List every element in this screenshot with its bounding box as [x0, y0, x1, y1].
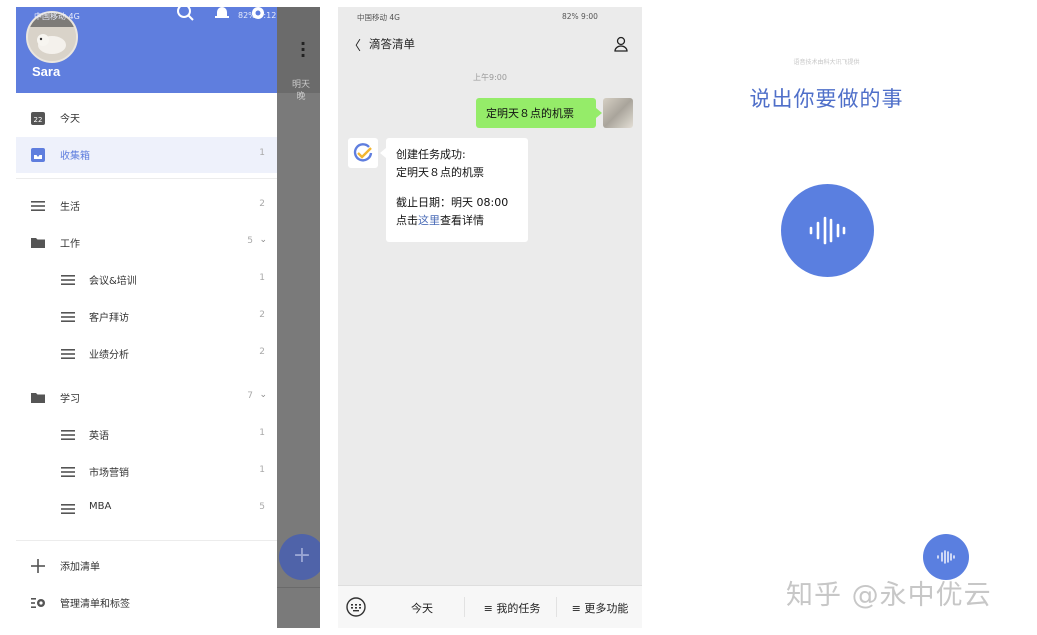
tab-my-tasks[interactable]: ≡ 我的任务: [472, 600, 552, 616]
nav-item-label: 英语: [89, 431, 109, 442]
nav-item-life[interactable]: 生活 2: [16, 188, 277, 224]
bell-icon[interactable]: [212, 7, 232, 23]
tab-today[interactable]: 今天: [396, 600, 448, 616]
divider: [556, 597, 557, 617]
nav-item-label: 生活: [60, 202, 80, 213]
divider: [16, 540, 277, 541]
nav-item-label: 添加清单: [60, 562, 100, 573]
nav-item-performance[interactable]: 业绩分析 2: [16, 336, 277, 372]
manage-lists-button[interactable]: 管理清单和标签: [16, 585, 277, 621]
svg-text:22: 22: [34, 116, 43, 124]
chevron-down-icon[interactable]: ⌄: [259, 390, 267, 400]
navigation-drawer: 中国移动 4G 82% 9:12 Sara 22 今天 收集箱 1 生活 2 工…: [16, 7, 277, 628]
message-line: 创建任务成功:: [396, 148, 466, 161]
more-options-icon[interactable]: · · ·: [300, 36, 306, 64]
nav-item-mba[interactable]: MBA 5: [16, 491, 277, 527]
add-task-fab[interactable]: +: [279, 534, 320, 580]
list-icon: [61, 312, 75, 322]
list-icon: [61, 467, 75, 477]
nav-item-work[interactable]: 工作 5 ⌄: [16, 225, 277, 261]
nav-item-label: MBA: [89, 501, 112, 512]
message-timestamp: 上午9:00: [473, 73, 507, 82]
plus-icon: [31, 559, 45, 573]
nav-item-count: 1: [259, 428, 265, 438]
nav-item-count: 5: [247, 236, 253, 246]
nav-item-label: 管理清单和标签: [60, 599, 130, 610]
status-bar-left: 中国移动 4G: [34, 12, 80, 21]
details-link[interactable]: 这里: [418, 214, 440, 227]
list-icon: [61, 349, 75, 359]
voice-credit: 语音技术由科大讯飞提供: [793, 59, 860, 66]
nav-item-label: 学习: [60, 394, 80, 405]
add-list-button[interactable]: 添加清单: [16, 548, 277, 584]
voice-record-button[interactable]: [781, 184, 874, 277]
folder-icon: [31, 238, 45, 248]
list-icon: [61, 430, 75, 440]
nav-item-label: 客户拜访: [89, 313, 129, 324]
nav-item-count: 1: [259, 148, 265, 158]
list-icon: [61, 275, 75, 285]
nav-item-label: 工作: [60, 239, 80, 250]
chevron-down-icon[interactable]: ⌄: [259, 235, 267, 245]
nav-item-count: 1: [259, 273, 265, 283]
nav-item-count: 5: [259, 502, 265, 512]
voice-prompt: 说出你要做的事: [749, 87, 904, 111]
page-title: 滴答清单: [369, 37, 415, 51]
settings-icon: [31, 598, 45, 608]
message-text: 查看详情: [440, 214, 484, 227]
inbox-icon: [31, 148, 45, 162]
nav-item-count: 2: [259, 347, 265, 357]
gear-icon[interactable]: [248, 7, 268, 23]
nav-item-meetings[interactable]: 会议&培训 1: [16, 262, 277, 298]
nav-item-label: 市场营销: [89, 468, 129, 479]
nav-item-inbox[interactable]: 收集箱 1: [16, 137, 277, 173]
sent-message[interactable]: 定明天８点的机票: [476, 98, 602, 128]
received-message[interactable]: 创建任务成功: 定明天８点的机票 截止日期：明天 08:00 点击这里查看详情: [380, 138, 528, 242]
nav-item-label: 今天: [60, 114, 80, 125]
message-line: 截止日期：明天 08:00: [396, 196, 509, 209]
folder-icon: [31, 393, 45, 403]
soundwave-icon: [809, 216, 846, 245]
nav-item-label: 业绩分析: [89, 350, 129, 361]
nav-item-label: 会议&培训: [89, 276, 137, 287]
list-icon: [61, 504, 75, 514]
person-icon[interactable]: [613, 36, 629, 52]
chat-bottom-bar: 今天 ≡ 我的任务 ≡ 更多功能: [338, 585, 642, 628]
calendar-icon: 22: [31, 112, 45, 125]
watermark: 知乎 @永中优云: [786, 580, 992, 611]
list-icon: [31, 201, 45, 211]
nav-item-study[interactable]: 学习 7 ⌄: [16, 380, 277, 416]
search-icon[interactable]: [176, 7, 196, 23]
bot-avatar[interactable]: [348, 138, 378, 168]
divider: [16, 178, 277, 179]
chat-screen: 中国移动 4G 82% 9:00 〈 滴答清单 上午9:00 定明天８点的机票 …: [338, 7, 642, 628]
nav-item-client-visits[interactable]: 客户拜访 2: [16, 299, 277, 335]
back-icon[interactable]: 〈: [348, 35, 361, 54]
nav-item-count: 1: [259, 465, 265, 475]
status-bar-right: 82% 9:00: [562, 12, 598, 21]
avatar[interactable]: [603, 98, 633, 128]
nav-item-today[interactable]: 22 今天: [16, 100, 277, 136]
keyboard-icon[interactable]: [346, 597, 366, 617]
ticktick-logo-icon: [353, 143, 373, 162]
nav-item-count: 2: [259, 310, 265, 320]
background-date-text: 明天 晚: [291, 80, 310, 102]
voice-input-screen: 语音技术由科大讯飞提供 说出你要做的事 知乎 @永中优云: [660, 7, 1020, 628]
nav-item-english[interactable]: 英语 1: [16, 417, 277, 453]
drawer-header: 中国移动 4G 82% 9:12 Sara: [16, 7, 277, 93]
message-line: 定明天８点的机票: [396, 166, 484, 179]
username: Sara: [32, 64, 61, 79]
drawer-screen: · · · 明天 晚 + 中国移动 4G 82% 9:12 Sara 22 今天…: [16, 7, 320, 628]
chat-header: 中国移动 4G 82% 9:00 〈 滴答清单: [338, 7, 642, 59]
message-line: 点击这里查看详情: [396, 212, 528, 230]
message-text: 点击: [396, 214, 418, 227]
tab-more-features[interactable]: ≡ 更多功能: [560, 600, 640, 616]
divider: [464, 597, 465, 617]
nav-item-count: 2: [259, 199, 265, 209]
nav-item-label: 收集箱: [60, 151, 90, 162]
status-bar-left: 中国移动 4G: [357, 13, 400, 22]
nav-item-count: 7: [247, 391, 253, 401]
nav-item-marketing[interactable]: 市场营销 1: [16, 454, 277, 490]
divider: [277, 587, 320, 588]
